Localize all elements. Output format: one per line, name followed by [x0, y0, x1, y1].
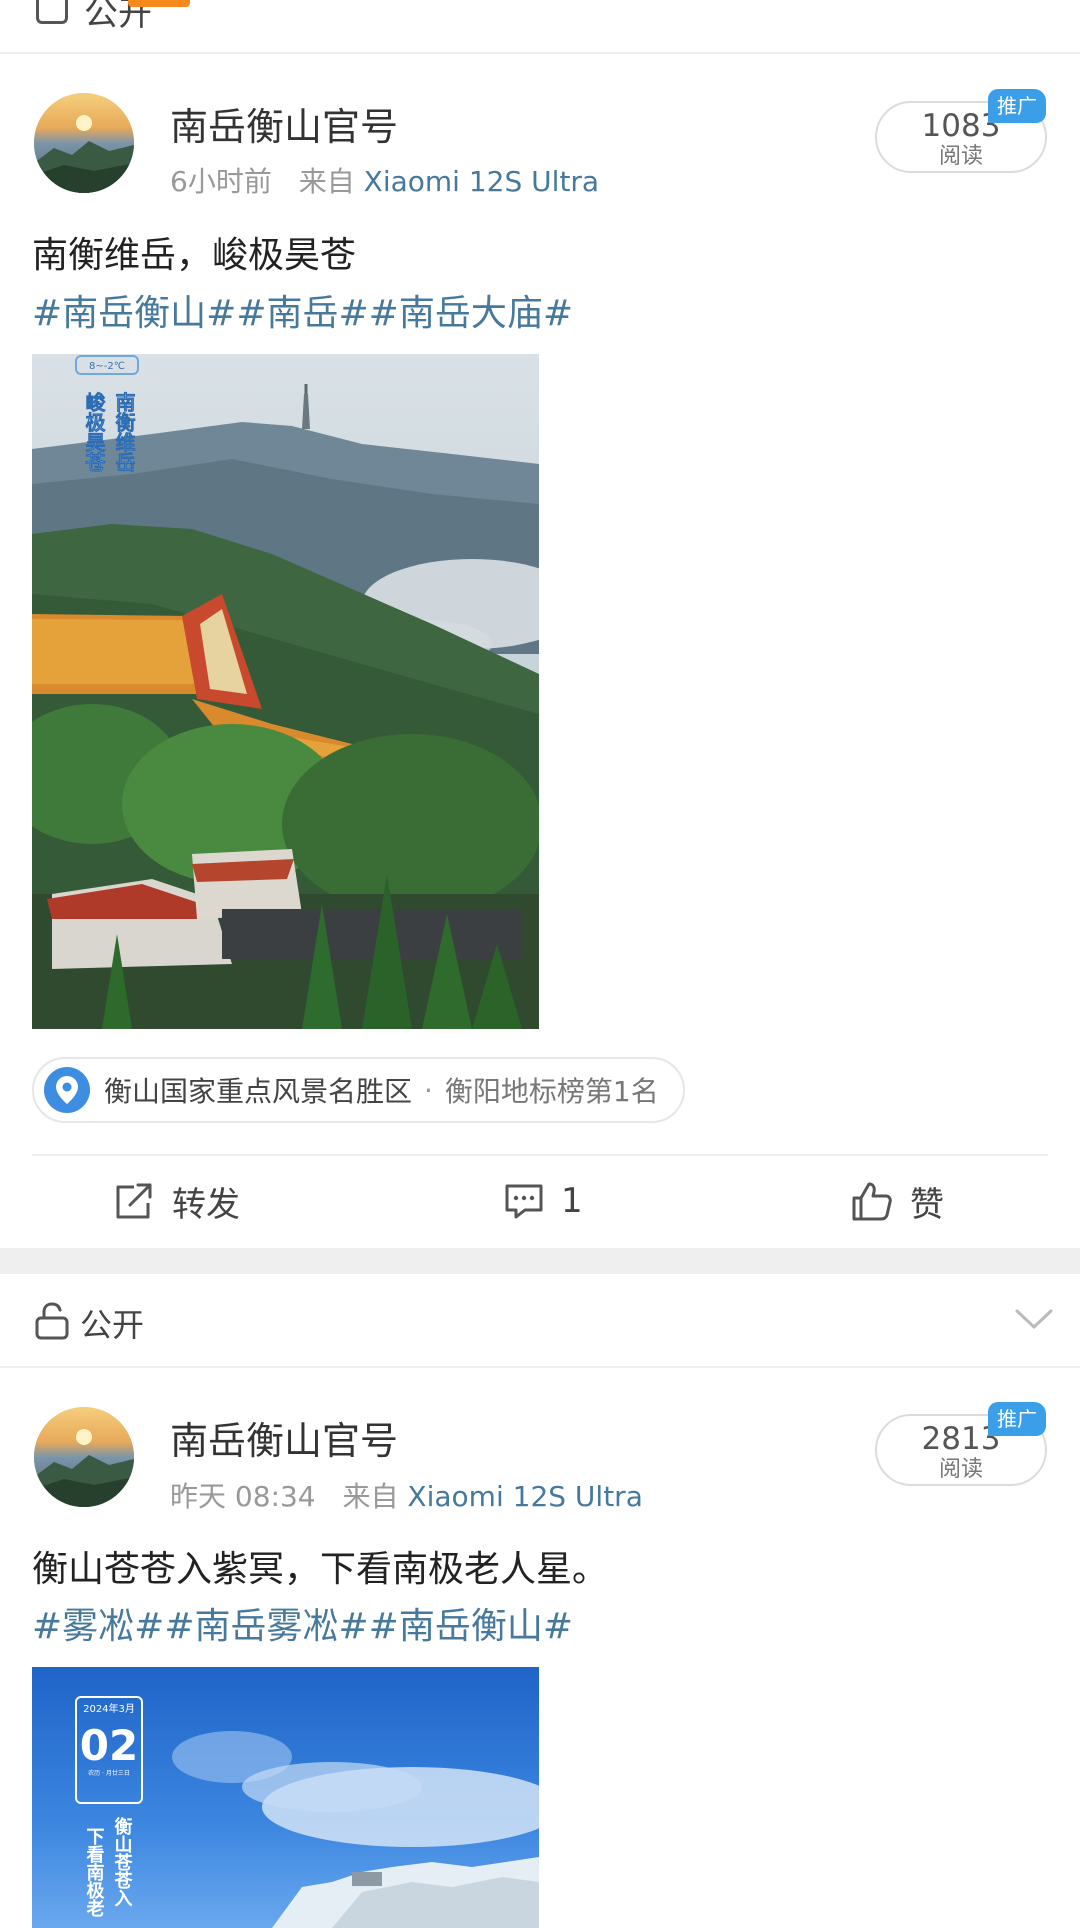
visibility-row[interactable]: [0, 1274, 1080, 1368]
ad-tag: 推广: [988, 89, 1046, 123]
author-name[interactable]: 南岳衡山官号: [170, 96, 398, 151]
post-hashtags[interactable]: #雾凇##南岳雾凇##南岳衡山#: [32, 1597, 573, 1649]
comment-icon: [505, 1184, 543, 1219]
comment-count: 1: [561, 1181, 583, 1221]
author-avatar[interactable]: [34, 93, 134, 193]
image-poem-col1: 衡山苍苍入: [112, 1816, 134, 1907]
lock-icon: [36, 0, 68, 24]
post-meta: 6小时前 来自 Xiaomi 12S Ultra: [170, 160, 599, 200]
like-label: 赞: [910, 1184, 944, 1225]
feed-separator: [0, 1248, 1080, 1274]
location-separator: ·: [424, 1073, 433, 1107]
post-time: 6小时前: [170, 165, 272, 198]
post-photo[interactable]: 8~-2℃ 南衡维岳 峻极昊苍: [32, 354, 539, 1029]
author-name[interactable]: 南岳衡山官号: [170, 1410, 398, 1465]
like-button[interactable]: 赞: [850, 1178, 944, 1225]
repost-label: 转发: [172, 1184, 240, 1225]
location-pin-icon: [44, 1067, 90, 1113]
location-name: 衡山国家重点风景名胜区: [104, 1075, 413, 1108]
read-label: 阅读: [938, 144, 983, 169]
ad-tag: 推广: [988, 1402, 1046, 1436]
previous-post-visibility-row: [0, 0, 1080, 54]
post-source[interactable]: Xiaomi 12S Ultra: [407, 1480, 642, 1513]
read-label: 阅读: [938, 1457, 983, 1482]
visibility-label: 公开: [80, 1306, 145, 1344]
location-pill[interactable]: 衡山国家重点风景名胜区 · 衡阳地标榜第1名: [32, 1057, 685, 1123]
date-header: 2024年3月: [83, 1702, 135, 1715]
location-rank: 衡阳地标榜第1名: [444, 1075, 659, 1108]
comment-button[interactable]: 1: [503, 1178, 583, 1224]
weather-overlay: 8~-2℃: [89, 361, 125, 372]
post-source[interactable]: Xiaomi 12S Ultra: [364, 165, 599, 198]
chevron-down-icon[interactable]: [1014, 1306, 1054, 1336]
image-poem-col1: 南衡维岳: [112, 392, 136, 472]
thumbs-up-icon: [852, 1182, 892, 1221]
divider: [32, 1154, 1048, 1156]
image-poem-col2: 峻极昊苍: [82, 391, 106, 472]
image-poem-col2: 下看南极老: [84, 1827, 106, 1917]
author-avatar[interactable]: [34, 1407, 134, 1507]
date-lunar: 农历 · 月廿三日: [88, 1769, 130, 1777]
repost-icon: [116, 1183, 152, 1219]
post-meta: 昨天 08:34 来自 Xiaomi 12S Ultra: [170, 1475, 643, 1515]
post-photo[interactable]: 2024年3月 02 农历 · 月廿三日 衡山苍苍入 下看南极老: [32, 1667, 539, 1928]
post-hashtags[interactable]: #南岳衡山##南岳##南岳大庙#: [32, 284, 573, 336]
post-text: 南衡维岳，峻极昊苍: [32, 235, 357, 276]
post-time: 昨天 08:34: [170, 1480, 316, 1513]
from-prefix: 来自: [298, 165, 355, 198]
post-text: 衡山苍苍入紫冥，下看南极老人星。: [32, 1549, 609, 1590]
repost-button[interactable]: 转发: [112, 1178, 240, 1225]
tab-indicator: [128, 0, 190, 7]
lock-icon: [34, 1302, 70, 1344]
from-prefix: 来自: [342, 1480, 399, 1513]
date-day: 02: [80, 1721, 138, 1770]
